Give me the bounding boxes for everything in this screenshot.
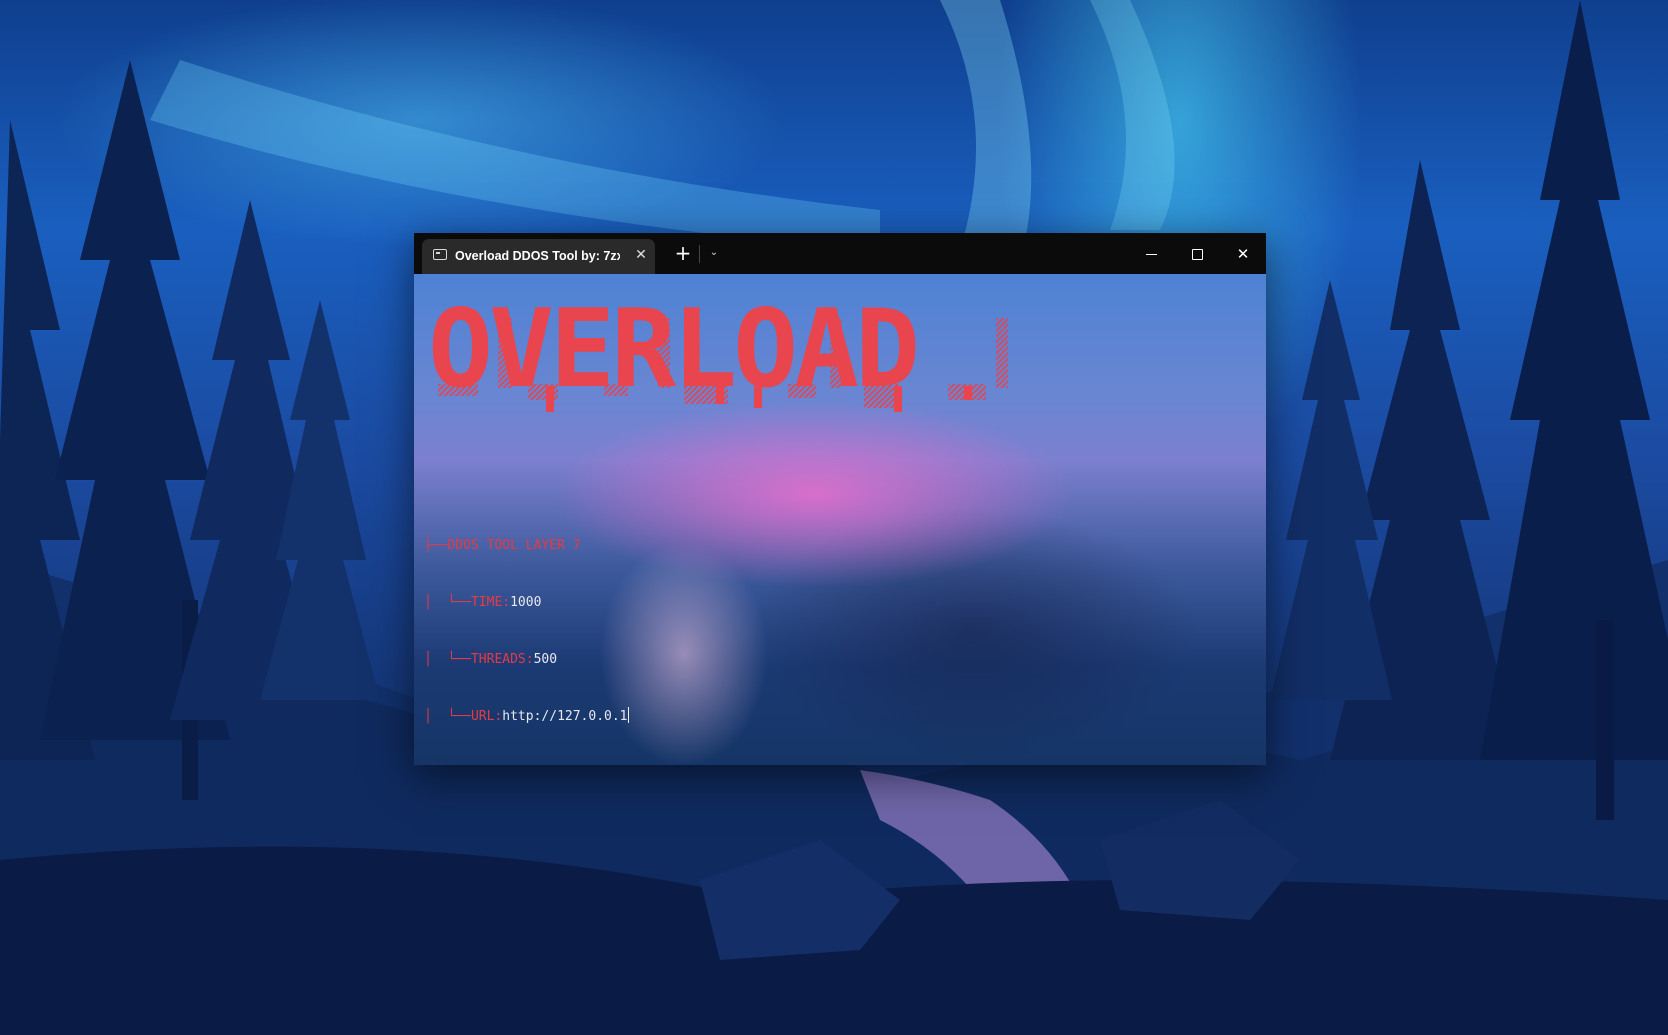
- tree-root-label: DDOS TOOL LAYER 7: [447, 538, 581, 553]
- tree-branch: │ └──: [424, 709, 471, 724]
- tab-divider: [699, 245, 700, 263]
- new-tab-icon[interactable]: +: [673, 243, 693, 263]
- maximize-icon: [1191, 249, 1203, 260]
- close-button[interactable]: ✕: [1220, 233, 1266, 274]
- threads-value: 500: [533, 652, 558, 667]
- tab-close-icon[interactable]: ✕: [632, 246, 650, 264]
- minimize-icon: [1145, 254, 1157, 255]
- time-label: TIME:: [470, 595, 511, 610]
- title-bar[interactable]: Overload DDOS Tool by: 7zx and ✕ + ⌄ ✕: [414, 233, 1266, 274]
- tab-overload-ddos-tool[interactable]: Overload DDOS Tool by: 7zx and ✕: [422, 239, 655, 274]
- threads-label: THREADS:: [470, 652, 534, 667]
- url-input-value[interactable]: http://127.0.0.1: [502, 709, 627, 724]
- text-cursor: [627, 707, 629, 723]
- terminal-window: Overload DDOS Tool by: 7zx and ✕ + ⌄ ✕: [414, 233, 1266, 765]
- tree-threads: │ └──THREADS:500: [424, 650, 629, 669]
- close-icon: ✕: [1236, 245, 1250, 263]
- tree-time: │ └──TIME:1000: [424, 593, 629, 612]
- desktop-wallpaper: Overload DDOS Tool by: 7zx and ✕ + ⌄ ✕: [0, 0, 1668, 1035]
- tree-branch: ├──: [424, 538, 448, 553]
- time-value: 1000: [510, 595, 542, 610]
- command-prompt-icon: [433, 249, 447, 260]
- banner-text: OVERLOAD: [428, 298, 916, 412]
- overload-ascii-banner: OVERLOAD: [428, 298, 1008, 412]
- console-area[interactable]: OVERLOAD ├──DDOS TOOL LAYER 7 │ └──TIME:…: [414, 274, 1266, 765]
- chevron-down-icon[interactable]: ⌄: [706, 245, 722, 261]
- tree-branch: │ └──: [424, 652, 471, 667]
- tab-title: Overload DDOS Tool by: 7zx and: [455, 249, 620, 263]
- minimize-button[interactable]: [1128, 233, 1174, 274]
- maximize-button[interactable]: [1174, 233, 1220, 274]
- tree-branch: │ └──: [424, 595, 471, 610]
- tree-root: ├──DDOS TOOL LAYER 7: [424, 536, 629, 555]
- config-tree: ├──DDOS TOOL LAYER 7 │ └──TIME:1000 │ └─…: [424, 498, 629, 764]
- url-label: URL:: [470, 709, 503, 724]
- tree-url[interactable]: │ └──URL:http://127.0.0.1: [424, 707, 629, 726]
